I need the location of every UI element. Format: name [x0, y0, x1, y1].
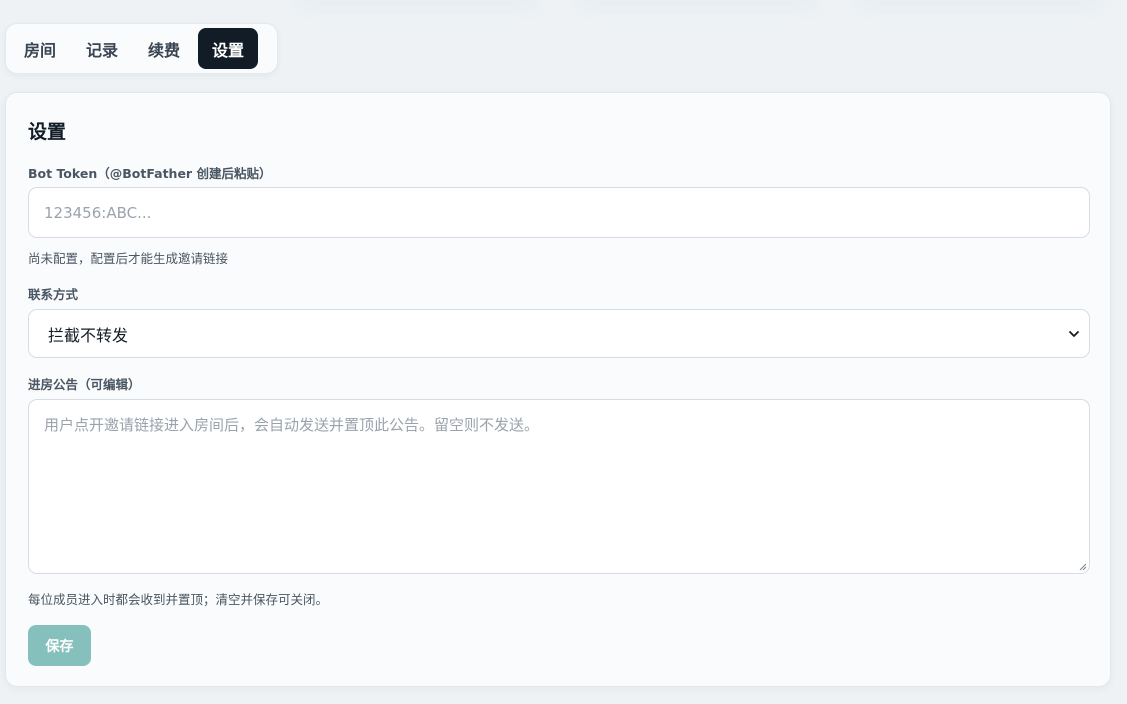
contact-label: 联系方式: [28, 287, 79, 302]
bot-token-label: Bot Token（@BotFather 创建后粘贴）: [28, 166, 272, 181]
tab-settings[interactable]: 设置: [198, 28, 259, 69]
announcement-field-wrapper: [28, 399, 1090, 574]
bot-token-field-wrapper: [28, 187, 1090, 238]
contact-select[interactable]: 拦截不转发: [28, 309, 1090, 358]
tab-rooms[interactable]: 房间: [10, 28, 70, 69]
tab-bar: 房间 记录 续费 设置: [5, 23, 278, 74]
bot-token-hint: 尚未配置，配置后才能生成邀请链接: [28, 251, 229, 266]
top-decoration: [855, 0, 1105, 10]
announcement-hint: 每位成员进入时都会收到并置顶；清空并保存可关闭。: [28, 592, 329, 607]
tab-renewal[interactable]: 续费: [134, 28, 194, 69]
chevron-down-icon: [1069, 330, 1079, 337]
bot-token-input[interactable]: [29, 188, 1089, 237]
announcement-label: 进房公告（可编辑）: [28, 377, 141, 392]
top-decoration: [295, 0, 540, 10]
announcement-textarea[interactable]: [29, 400, 1089, 573]
save-button[interactable]: 保存: [28, 625, 91, 666]
top-decoration: [575, 0, 820, 10]
resize-grip-icon[interactable]: [1077, 561, 1087, 571]
settings-card: 设置 Bot Token（@BotFather 创建后粘贴） 尚未配置，配置后才…: [5, 92, 1111, 687]
contact-selected-value: 拦截不转发: [48, 325, 129, 345]
settings-title: 设置: [28, 121, 67, 143]
tab-records[interactable]: 记录: [72, 28, 132, 69]
